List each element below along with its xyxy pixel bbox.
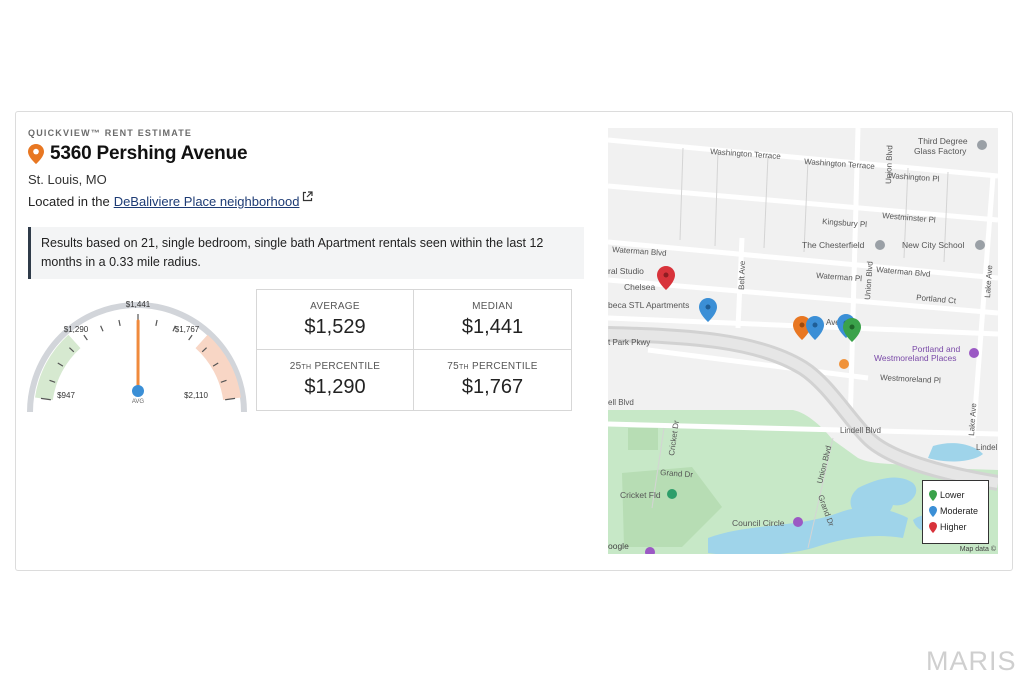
poi-icon — [977, 140, 987, 150]
gauge-tick — [155, 319, 158, 326]
poi-icon — [667, 489, 677, 499]
higher-marker-icon — [929, 521, 937, 533]
neighborhood-line: Located in the DeBaliviere Place neighbo… — [28, 191, 588, 209]
stat-value: $1,529 — [304, 315, 366, 338]
street-lindell-blvd-left: ell Blvd — [608, 398, 634, 407]
street-belt-ave: Belt Ave — [737, 260, 747, 290]
map-legend: Lower Moderate Higher — [922, 480, 989, 544]
stat-25th-percentile: 25TH PERCENTILE $1,290 — [257, 350, 414, 410]
place-google: oogle — [608, 541, 629, 551]
place-tribeca: beca STL Apartments — [608, 300, 689, 310]
eyebrow-label: QUICKVIEW™ RENT ESTIMATE — [28, 128, 193, 138]
lower-marker-icon — [929, 489, 937, 501]
street-lindell-blvd: Lindell Blvd — [840, 426, 881, 435]
rent-estimate-card: QUICKVIEW™ RENT ESTIMATE 5360 Pershing A… — [15, 111, 1013, 571]
gauge-hub — [132, 385, 144, 397]
gauge-tick — [83, 334, 88, 341]
legend-item-higher: Higher — [929, 519, 982, 535]
location-pin-icon — [28, 144, 44, 164]
city-state: St. Louis, MO — [28, 172, 107, 187]
stat-label: 25TH PERCENTILE — [290, 361, 381, 372]
street-union-blvd: Union Blvd — [884, 145, 894, 184]
stat-label-rest: PERCENTILE — [468, 361, 538, 372]
place-third-degree: Third Degree — [918, 136, 968, 146]
poi-icon — [975, 240, 985, 250]
gauge-label-high: $2,110 — [184, 391, 208, 400]
place-ral-studio: ral Studio — [608, 266, 644, 276]
stat-median: MEDIAN $1,441 — [414, 290, 571, 350]
poi-icon — [839, 359, 849, 369]
stat-label-num: 25 — [289, 361, 302, 372]
stat-label-num: 75 — [447, 361, 459, 372]
gauge-label-median: $1,441 — [126, 300, 151, 309]
place-new-city-school: New City School — [902, 240, 964, 250]
stat-label-suffix: TH — [458, 364, 469, 371]
street-lindell-right: Lindel — [976, 443, 998, 452]
stat-label: AVERAGE — [310, 300, 360, 312]
title-row: 5360 Pershing Avenue — [28, 143, 588, 165]
poi-icon — [969, 348, 979, 358]
neighborhood-link[interactable]: DeBaliviere Place neighborhood — [114, 194, 300, 209]
gauge-label-low: $947 — [57, 391, 75, 400]
stat-label-suffix: TH — [301, 364, 312, 371]
maris-watermark: MARIS — [926, 646, 1017, 676]
stat-value: $1,441 — [461, 315, 524, 338]
gauge-label-p75: $1,767 — [175, 325, 200, 334]
rent-gauge: $947 $1,290 $1,441 $1,767 $2,110 AVG — [27, 300, 247, 413]
poi-icon — [793, 517, 803, 527]
place-council-circle: Council Circle — [732, 518, 785, 528]
gauge-tick — [118, 319, 121, 326]
legend-label: Higher — [940, 522, 967, 532]
place-westmoreland-places: Westmoreland Places — [874, 353, 957, 363]
moderate-marker-icon — [929, 505, 937, 517]
stat-value: $1,767 — [461, 376, 524, 398]
stat-label-rest: PERCENTILE — [311, 361, 381, 372]
legend-item-moderate: Moderate — [929, 503, 982, 519]
map-attribution[interactable]: Map data © — [960, 546, 996, 553]
gauge-label-p25: $1,290 — [64, 325, 89, 334]
stats-grid: AVERAGE $1,529 MEDIAN $1,441 25TH PERCEN… — [256, 289, 572, 411]
property-address: 5360 Pershing Avenue — [50, 143, 248, 164]
stat-75th-percentile: 75TH PERCENTILE $1,767 — [414, 350, 571, 410]
stat-value: $1,290 — [304, 376, 366, 398]
external-link-icon[interactable] — [302, 191, 314, 202]
legend-label: Moderate — [940, 506, 979, 516]
map-view[interactable]: Washington Terrace Washington Terrace Wa… — [608, 128, 998, 554]
legend-label: Lower — [940, 490, 965, 500]
stat-label: MEDIAN — [472, 300, 513, 312]
street-park-pkwy: t Park Pkwy — [608, 338, 650, 347]
place-chesterfield: The Chesterfield — [802, 240, 865, 250]
estimate-panel: QUICKVIEW™ RENT ESTIMATE 5360 Pershing A… — [28, 128, 588, 279]
place-glass-factory: Glass Factory — [914, 146, 967, 156]
stat-average: AVERAGE $1,529 — [257, 290, 414, 350]
gauge-tick — [100, 325, 104, 332]
legend-item-lower: Lower — [929, 487, 982, 503]
located-prefix: Located in the — [28, 194, 110, 209]
place-cricket-fld: Cricket Fld — [620, 490, 661, 500]
gauge-label-avg: AVG — [132, 399, 145, 405]
place-chelsea: Chelsea — [624, 282, 655, 292]
gauge-tick — [188, 334, 193, 341]
stat-label: 75TH PERCENTILE — [447, 361, 538, 372]
poi-icon — [875, 240, 885, 250]
